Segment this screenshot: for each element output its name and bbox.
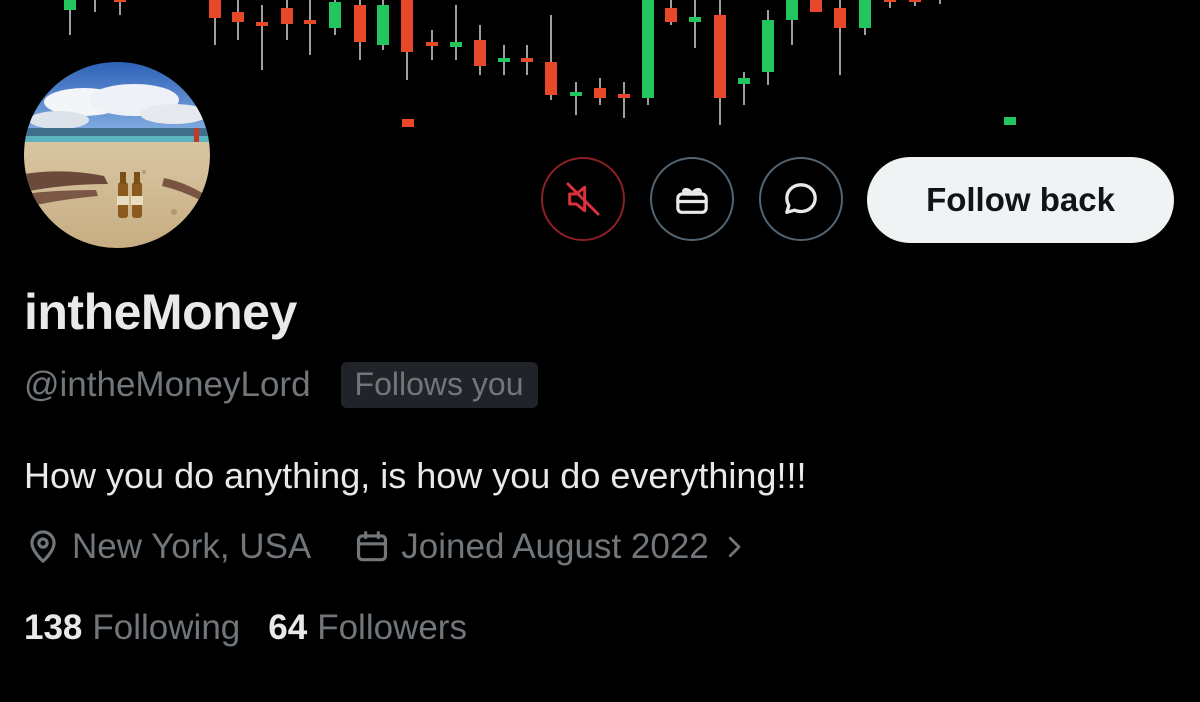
candlestick	[810, 0, 822, 12]
user-handle: @intheMoneyLord	[24, 365, 311, 404]
candlestick	[786, 0, 798, 45]
candlestick	[209, 0, 221, 45]
followers-link[interactable]: 64 Followers	[268, 608, 467, 648]
candlestick	[474, 25, 486, 75]
candlestick	[545, 15, 557, 100]
candlestick	[884, 0, 896, 8]
display-name: intheMoney	[24, 284, 297, 340]
profile-actions: Follow back	[0, 157, 1200, 245]
followers-count: 64	[268, 608, 308, 647]
followers-label: Followers	[317, 608, 467, 647]
location: New York, USA	[24, 527, 311, 567]
unmute-button[interactable]	[541, 157, 625, 241]
candlestick	[401, 0, 413, 80]
follows-you-badge: Follows you	[340, 362, 539, 408]
joined-date[interactable]: Joined August 2022	[353, 527, 758, 567]
candlestick	[450, 5, 462, 60]
candlestick	[834, 0, 846, 75]
candlestick	[304, 0, 316, 55]
candlestick	[114, 0, 126, 15]
candlestick	[665, 0, 677, 25]
calendar-icon	[357, 531, 388, 562]
candlestick	[232, 0, 244, 40]
candlestick	[281, 0, 293, 40]
candlestick	[594, 78, 606, 105]
following-link[interactable]: 138 Following	[24, 608, 240, 648]
candlestick	[859, 0, 871, 35]
candlestick	[377, 0, 389, 50]
candlestick	[618, 82, 630, 118]
profile-meta: New York, USA Joined August 2022	[24, 527, 759, 567]
follow-stats: 138 Following 64 Followers	[24, 608, 467, 648]
candlestick	[714, 0, 726, 125]
candlestick-mark	[1004, 117, 1016, 125]
candlestick	[329, 0, 341, 35]
candlestick	[256, 5, 268, 70]
candlestick	[64, 0, 76, 35]
candlestick-mark	[402, 119, 414, 127]
follow-back-button[interactable]: Follow back	[867, 157, 1174, 243]
following-label: Following	[92, 608, 241, 647]
candlestick	[94, 0, 96, 12]
chevron-right-icon	[728, 536, 741, 558]
joined-text: Joined August 2022	[401, 527, 709, 566]
gift-icon	[676, 187, 708, 214]
muted-icon	[566, 182, 600, 216]
candlestick	[570, 82, 582, 115]
candlestick	[498, 45, 510, 75]
candlestick	[426, 30, 438, 60]
candlestick	[354, 0, 366, 60]
bio-text: How you do anything, is how you do every…	[24, 455, 807, 496]
candlestick	[939, 0, 941, 4]
message-button[interactable]	[759, 157, 843, 241]
location-pin-icon	[30, 530, 56, 563]
candlestick	[642, 0, 654, 105]
candlestick	[521, 45, 533, 75]
gift-button[interactable]	[650, 157, 734, 241]
location-text: New York, USA	[72, 527, 312, 566]
handle-row: @intheMoneyLord Follows you	[24, 362, 539, 408]
candlestick	[909, 0, 921, 6]
message-icon	[785, 183, 817, 214]
candlestick	[762, 10, 774, 85]
candlestick	[738, 72, 750, 105]
following-count: 138	[24, 608, 83, 647]
candlestick	[689, 0, 701, 48]
